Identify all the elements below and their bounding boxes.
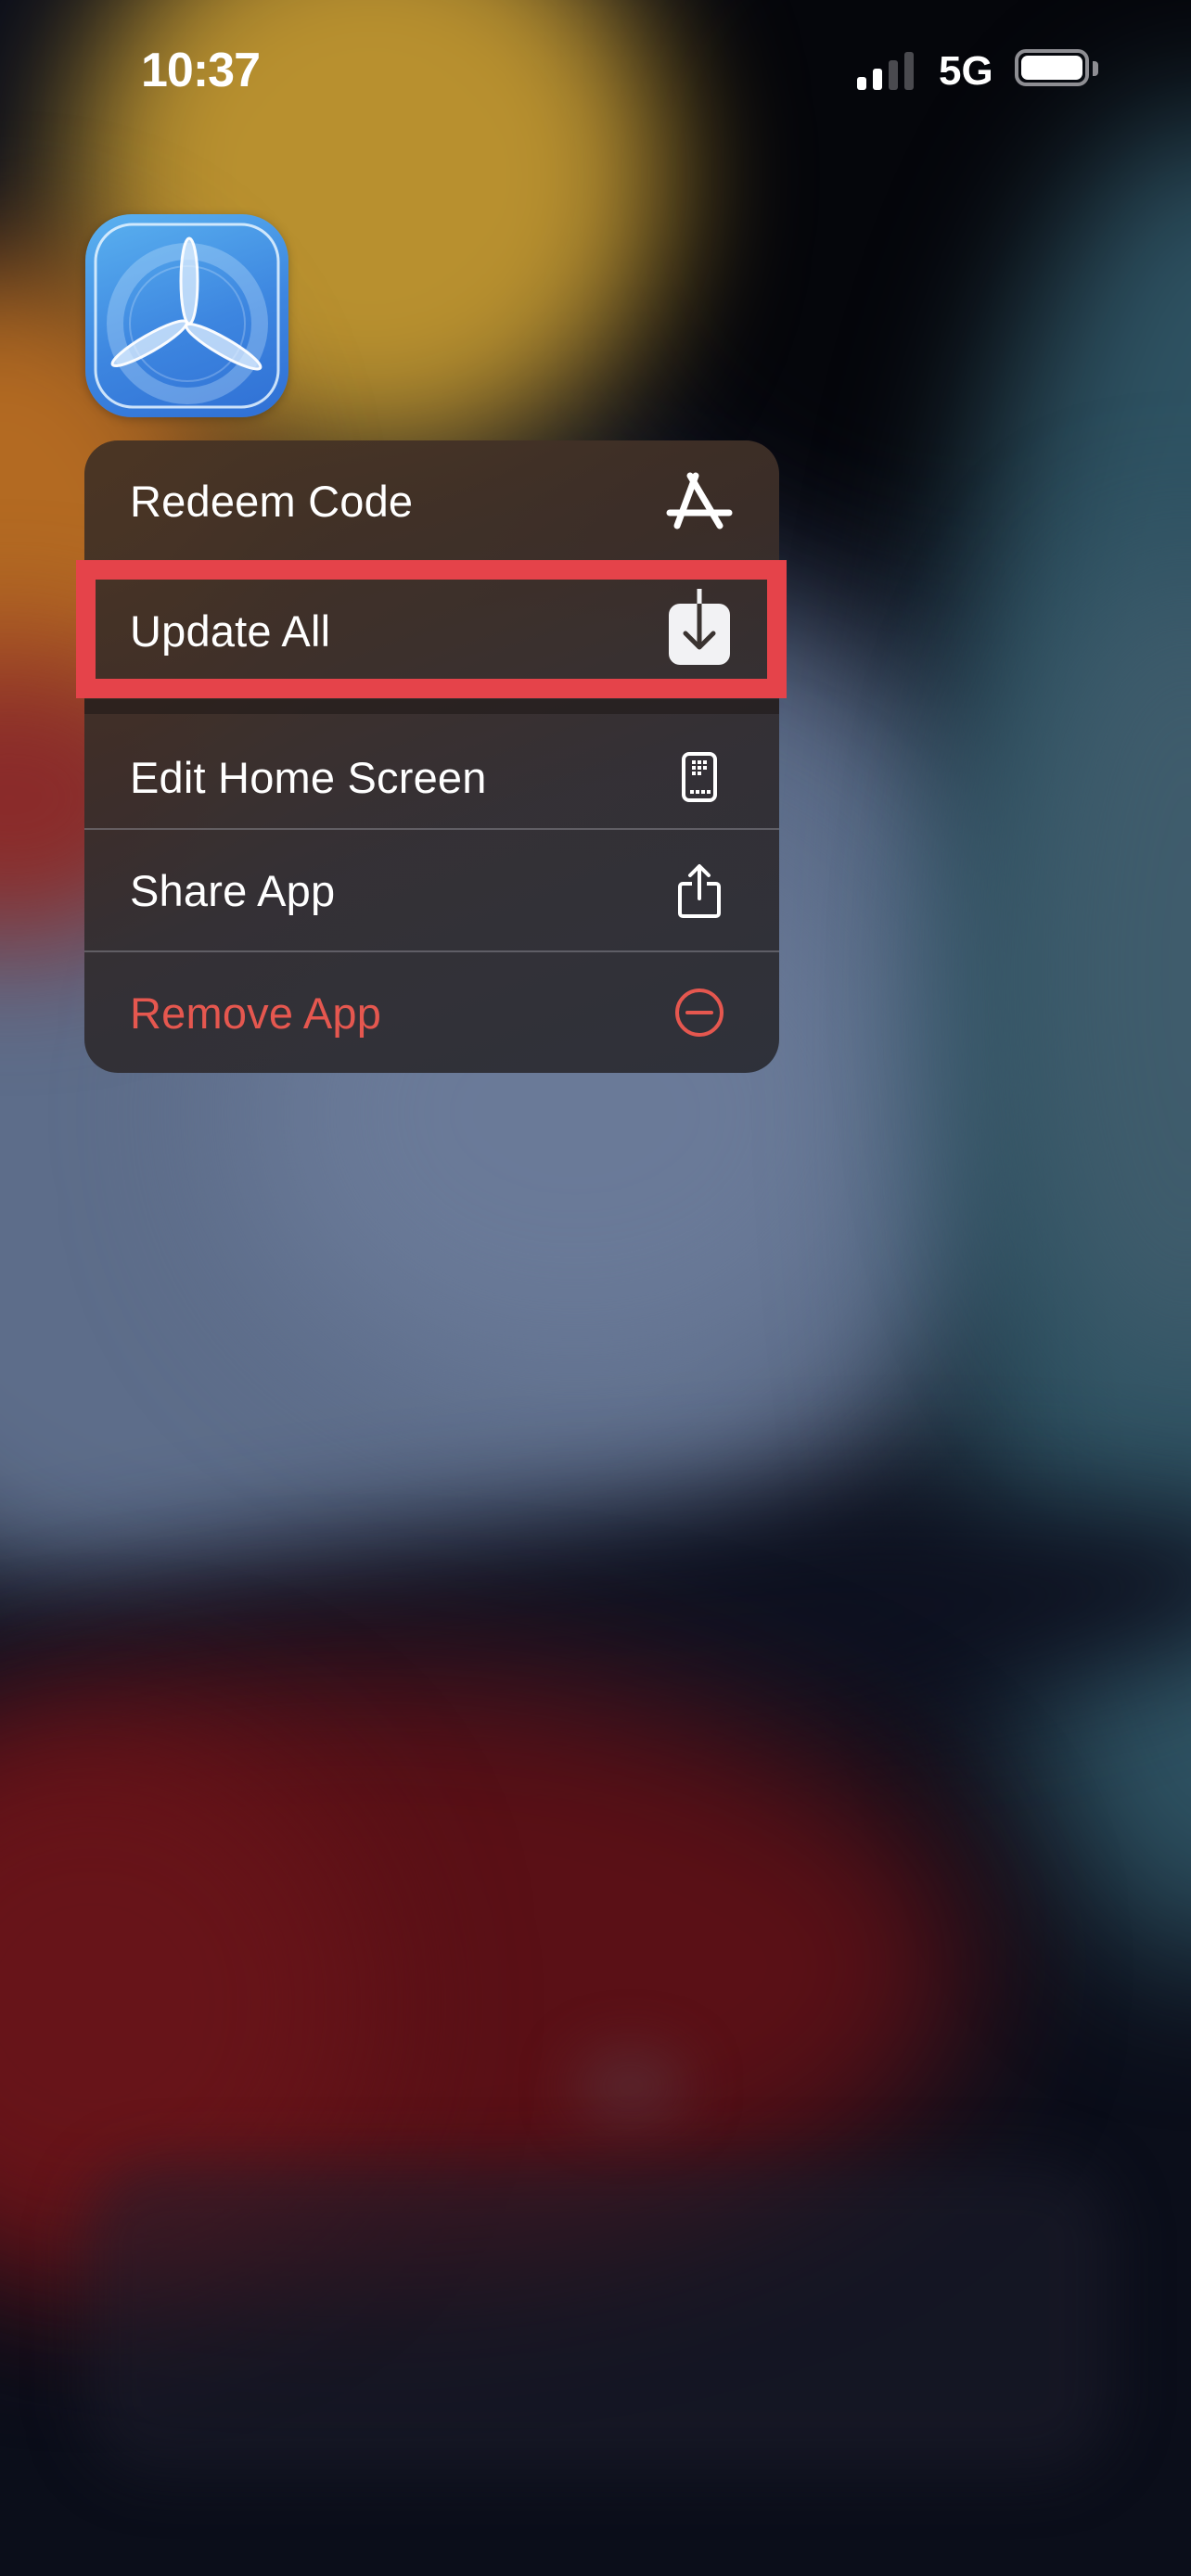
- testflight-propeller-icon: [94, 223, 280, 409]
- menu-item-share-app[interactable]: Share App: [84, 830, 779, 951]
- signal-bar: [889, 60, 898, 90]
- battery-fill: [1021, 56, 1082, 80]
- menu-item-label: Redeem Code: [130, 477, 414, 526]
- menu-item-label: Update All: [130, 606, 331, 656]
- menu-item-edit-home-screen[interactable]: Edit Home Screen: [84, 714, 779, 840]
- menu-item-redeem-code[interactable]: Redeem Code: [84, 440, 779, 562]
- battery-cap: [1093, 61, 1098, 76]
- signal-bar: [873, 69, 882, 90]
- menu-item-label: Share App: [130, 866, 336, 915]
- phone-grid-icon: [666, 744, 733, 810]
- status-time: 10:37: [141, 44, 261, 97]
- menu-group-separator: [84, 699, 779, 714]
- testflight-app-icon[interactable]: [85, 214, 288, 417]
- download-icon: [666, 589, 733, 665]
- menu-item-update-all[interactable]: Update All: [84, 562, 779, 699]
- cellular-signal-icon: [857, 51, 920, 90]
- menu-item-label: Remove App: [130, 988, 382, 1038]
- app-store-icon: [666, 468, 733, 535]
- signal-bar: [904, 52, 914, 90]
- menu-item-remove-app[interactable]: Remove App: [84, 952, 779, 1073]
- menu-item-label: Edit Home Screen: [130, 752, 487, 802]
- blurred-dock: [83, 2161, 1113, 2476]
- battery-icon: [1015, 49, 1089, 86]
- share-icon: [666, 858, 733, 925]
- signal-bar: [857, 77, 866, 90]
- network-type: 5G: [939, 48, 993, 94]
- status-bar: 10:37 5G: [0, 0, 1191, 139]
- dock-glow: [575, 2049, 686, 2123]
- minus-circle-icon: [666, 979, 733, 1046]
- context-menu: Redeem Code Update All Edit Home Screen: [84, 440, 779, 1073]
